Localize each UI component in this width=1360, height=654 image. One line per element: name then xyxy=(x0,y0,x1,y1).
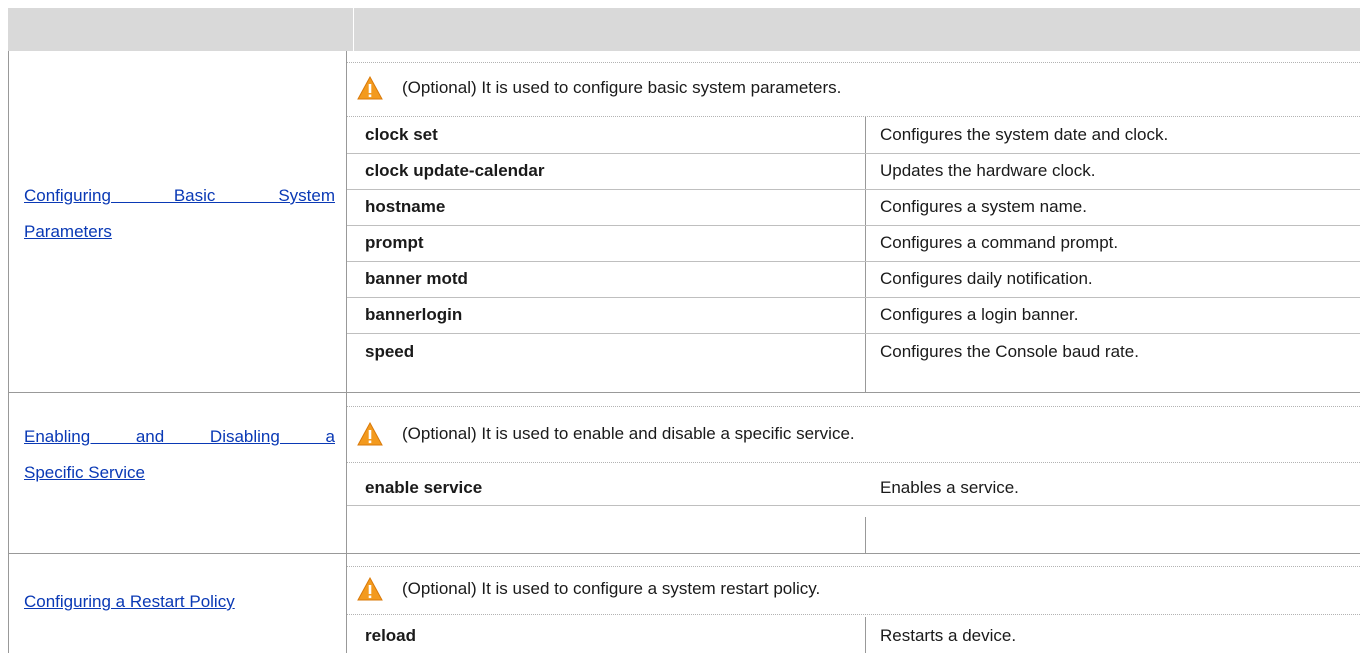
command-name: bannerlogin xyxy=(365,305,463,324)
column-divider-sub-1 xyxy=(865,117,866,392)
dotted-separator xyxy=(347,62,1360,63)
link-line-2: Parameters xyxy=(24,222,112,241)
link-text: Configuring a Restart Policy xyxy=(24,592,235,611)
command-description: Enables a service. xyxy=(880,478,1019,497)
link-configuring-restart-policy[interactable]: Configuring a Restart Policy xyxy=(24,584,335,620)
table-header xyxy=(8,8,1360,51)
warning-icon xyxy=(357,422,383,446)
row-separator xyxy=(347,333,1360,334)
command-description: Configures daily notification. xyxy=(880,269,1093,288)
command-description: Configures a login banner. xyxy=(880,305,1079,324)
link-configuring-basic-system-parameters[interactable]: Configuring Basic System Parameters xyxy=(24,178,335,250)
optional-note: (Optional) It is used to configure a sys… xyxy=(357,571,820,607)
row-separator xyxy=(347,225,1360,226)
command-name: speed xyxy=(365,342,415,361)
optional-note: (Optional) It is used to configure basic… xyxy=(357,70,841,106)
link-line-1: Enabling and Disabling a xyxy=(24,427,335,446)
link-line-2: Specific Service xyxy=(24,463,145,482)
command-name: hostname xyxy=(365,197,446,216)
command-name: banner motd xyxy=(365,269,468,288)
row-separator xyxy=(347,189,1360,190)
link-enabling-and-disabling-service[interactable]: Enabling and Disabling a Specific Service xyxy=(24,419,335,491)
row-separator xyxy=(347,297,1360,298)
command-name: enable service xyxy=(365,478,483,497)
column-divider xyxy=(346,51,347,653)
note-text: (Optional) It is used to configure a sys… xyxy=(402,579,821,598)
dotted-separator xyxy=(347,566,1360,567)
command-description: Configures a system name. xyxy=(880,197,1087,216)
command-description: Configures the Console baud rate. xyxy=(880,342,1139,361)
optional-note: (Optional) It is used to enable and disa… xyxy=(357,416,855,452)
warning-icon xyxy=(357,76,383,100)
command-name: clock update-calendar xyxy=(365,161,545,180)
column-divider-sub-3 xyxy=(865,617,866,653)
link-line-1: Configuring Basic System xyxy=(24,186,335,205)
note-text: (Optional) It is used to enable and disa… xyxy=(402,424,855,443)
command-description: Restarts a device. xyxy=(880,626,1017,645)
warning-icon xyxy=(357,577,383,601)
column-divider-sub-2 xyxy=(865,517,866,553)
command-description: Configures a command prompt. xyxy=(880,233,1119,252)
dotted-separator xyxy=(347,462,1360,463)
header-divider xyxy=(353,8,354,51)
command-description: Updates the hardware clock. xyxy=(880,161,1096,180)
row-separator xyxy=(347,261,1360,262)
command-name: reload xyxy=(365,626,417,645)
dotted-separator xyxy=(347,614,1360,615)
command-description: Configures the system date and clock. xyxy=(880,125,1169,144)
note-text: (Optional) It is used to configure basic… xyxy=(402,78,842,97)
dotted-separator xyxy=(347,406,1360,407)
section-divider-2 xyxy=(8,553,1360,554)
command-name: clock set xyxy=(365,125,438,144)
table-border-left xyxy=(8,51,9,653)
section-divider-1 xyxy=(8,392,1360,393)
command-name: prompt xyxy=(365,233,424,252)
dotted-separator xyxy=(347,116,1360,117)
row-separator xyxy=(347,505,1360,506)
